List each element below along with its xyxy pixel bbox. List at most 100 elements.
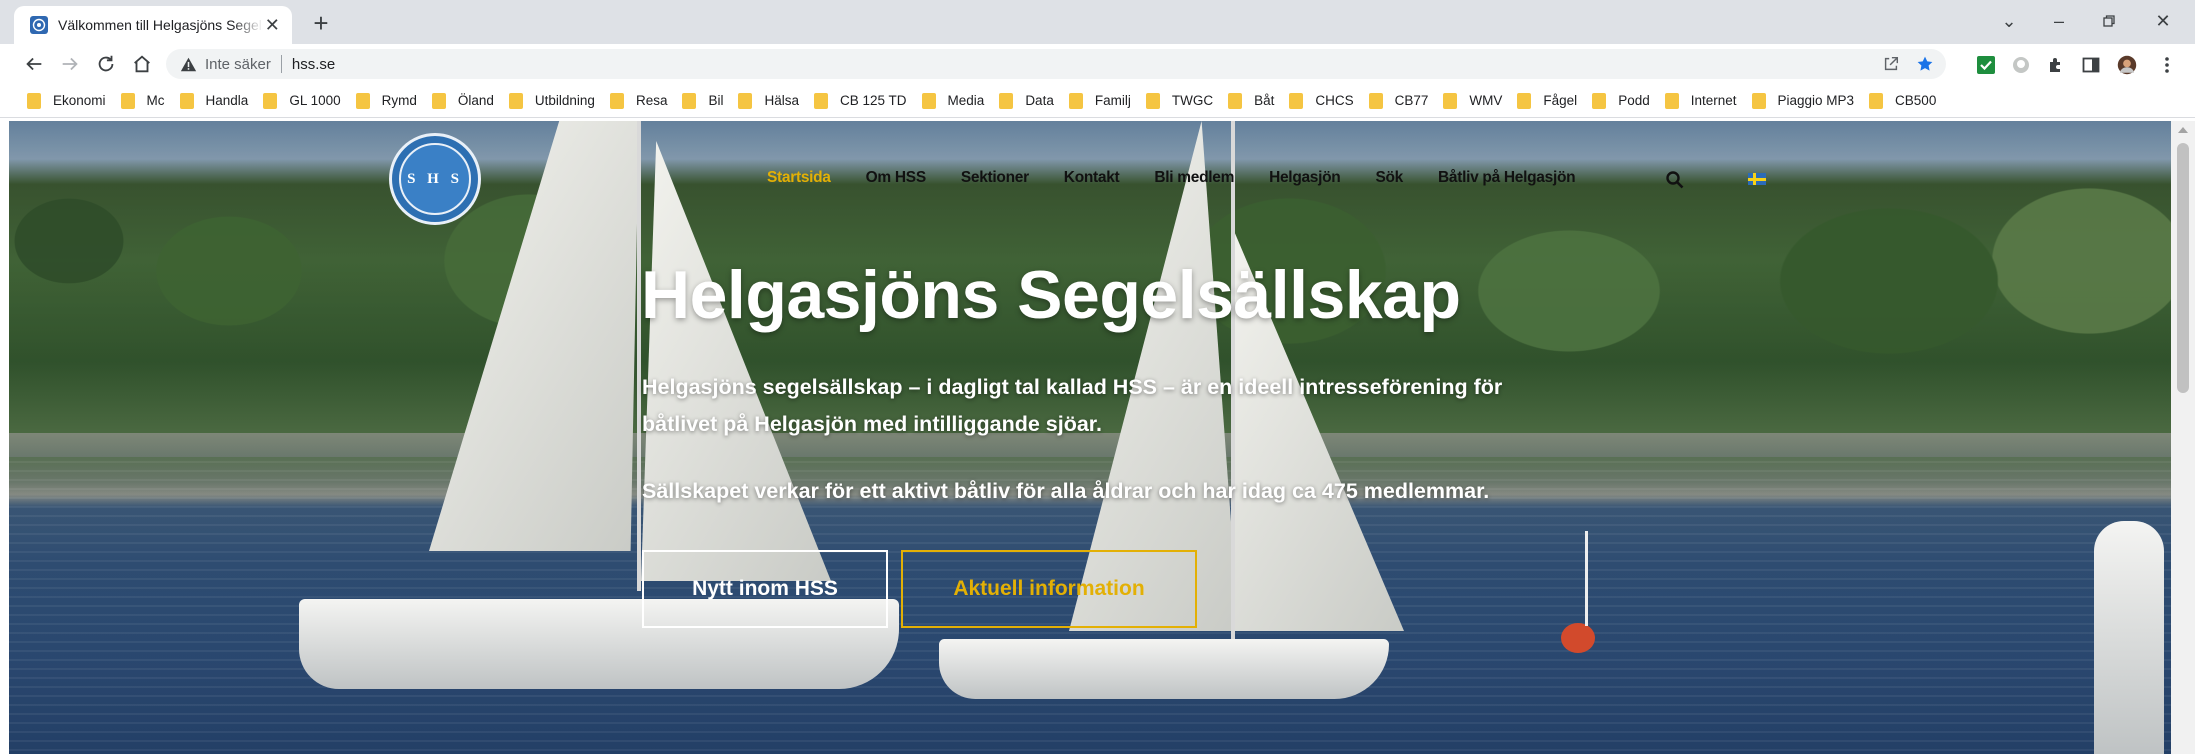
bookmark-item[interactable]: Ekonomi xyxy=(24,88,118,114)
bookmark-item[interactable]: CB500 xyxy=(1866,88,1948,114)
nav-item-startsida[interactable]: Startsida xyxy=(767,169,831,187)
scroll-up-arrow-icon[interactable] xyxy=(2178,127,2188,133)
bookmark-label: Handla xyxy=(205,93,249,108)
side-panel-icon[interactable] xyxy=(2080,54,2102,76)
bookmark-label: Resa xyxy=(635,93,668,108)
restore-button[interactable] xyxy=(2086,6,2132,36)
search-icon[interactable] xyxy=(1665,170,1685,190)
swedish-flag-icon[interactable] xyxy=(1748,173,1766,185)
folder-icon xyxy=(1517,92,1532,109)
bookmark-item[interactable]: Bil xyxy=(679,88,735,114)
bookmark-item[interactable]: Piaggio MP3 xyxy=(1749,88,1867,114)
hero-title: Helgasjöns Segelsällskap xyxy=(641,257,1461,333)
puzzle-extensions-icon[interactable] xyxy=(2045,54,2067,76)
mast-left xyxy=(637,121,641,591)
bookmark-item[interactable]: WMV xyxy=(1440,88,1514,114)
nav-item-bli-medlem[interactable]: Bli medlem xyxy=(1154,169,1234,187)
bookmark-label: Öland xyxy=(457,93,494,108)
bookmark-item[interactable]: GL 1000 xyxy=(260,88,352,114)
tab-search-chevron-icon[interactable]: ⌄ xyxy=(1986,6,2032,36)
bookmark-item[interactable]: Internet xyxy=(1662,88,1749,114)
nav-item-sektioner[interactable]: Sektioner xyxy=(961,169,1029,187)
bookmarks-bar: Ekonomi Mc Handla GL 1000 Rymd Öland Utbildnin… xyxy=(0,84,2195,118)
bookmark-item[interactable]: Utbildning xyxy=(506,88,607,114)
folder-icon xyxy=(1145,92,1160,109)
folder-icon xyxy=(431,92,446,109)
folder-icon xyxy=(1068,92,1083,109)
checkbox-extension-icon[interactable] xyxy=(1975,54,1997,76)
bookmark-label: GL 1000 xyxy=(289,93,341,108)
close-window-button[interactable]: ✕ xyxy=(2140,6,2186,36)
bookmark-item[interactable]: CHCS xyxy=(1286,88,1365,114)
nav-item-båtliv-på-helgasjön[interactable]: Båtliv på Helgasjön xyxy=(1438,169,1576,187)
bookmark-label: TWGC xyxy=(1171,93,1214,108)
orange-buoy xyxy=(1561,623,1595,653)
bookmark-item[interactable]: Resa xyxy=(607,88,680,114)
folder-icon xyxy=(921,92,936,109)
bookmark-item[interactable]: Handla xyxy=(177,88,261,114)
bookmark-item[interactable]: Mc xyxy=(118,88,177,114)
folder-icon xyxy=(1664,92,1679,109)
site-logo[interactable]: S H S xyxy=(389,133,481,225)
site-favicon-icon xyxy=(30,16,48,34)
bookmark-item[interactable]: Öland xyxy=(429,88,506,114)
folder-icon xyxy=(355,92,370,109)
bookmark-item[interactable]: Media xyxy=(919,88,997,114)
nav-item-kontakt[interactable]: Kontakt xyxy=(1064,169,1120,187)
folder-icon xyxy=(1368,92,1383,109)
folder-icon xyxy=(1228,92,1243,109)
minimize-button[interactable]: – xyxy=(2036,6,2082,36)
tab-close-icon[interactable]: ✕ xyxy=(263,15,282,35)
folder-icon xyxy=(1869,92,1884,109)
bookmark-label: Bil xyxy=(708,93,724,108)
bookmark-item[interactable]: Fågel xyxy=(1514,88,1589,114)
share-icon[interactable] xyxy=(1882,55,1900,73)
bookmark-item[interactable]: Båt xyxy=(1225,88,1286,114)
profile-avatar[interactable] xyxy=(2114,52,2140,78)
bookmark-label: Mc xyxy=(146,93,165,108)
bookmark-label: Media xyxy=(947,93,985,108)
bookmark-item[interactable]: CB 125 TD xyxy=(811,88,919,114)
home-icon[interactable] xyxy=(128,50,156,78)
bookmark-star-icon[interactable] xyxy=(1916,55,1934,73)
address-bar[interactable]: Inte säker hss.se xyxy=(166,49,1946,79)
bookmark-item[interactable]: Data xyxy=(996,88,1066,114)
reload-icon[interactable] xyxy=(92,50,120,78)
current-information-button[interactable]: Aktuell information xyxy=(901,550,1197,628)
folder-icon xyxy=(814,92,828,109)
not-secure-indicator[interactable]: Inte säker xyxy=(180,56,271,73)
bookmark-item[interactable]: Hälsa xyxy=(735,88,811,114)
folder-icon xyxy=(1289,92,1304,109)
bookmark-label: Piaggio MP3 xyxy=(1777,93,1855,108)
nav-item-om-hss[interactable]: Om HSS xyxy=(866,169,927,187)
folder-icon xyxy=(1592,92,1607,109)
browser-menu-icon[interactable] xyxy=(2156,54,2178,76)
bookmark-label: Hälsa xyxy=(764,93,799,108)
folder-icon xyxy=(609,92,624,109)
news-button[interactable]: Nytt inom HSS xyxy=(642,550,888,628)
nav-item-sök[interactable]: Sök xyxy=(1375,169,1403,187)
logo-emblem: S H S xyxy=(399,143,471,215)
bookmark-label: Fågel xyxy=(1543,93,1578,108)
github-extension-icon[interactable] xyxy=(2010,54,2032,76)
address-separator xyxy=(280,55,282,73)
tab-strip: Välkommen till Helgasjöns Segelsällskap … xyxy=(0,0,2195,44)
bookmark-item[interactable]: Rymd xyxy=(353,88,429,114)
warning-triangle-icon xyxy=(180,57,197,71)
forward-arrow-icon[interactable] xyxy=(56,50,84,78)
back-arrow-icon[interactable] xyxy=(20,50,48,78)
bookmark-label: CB500 xyxy=(1895,93,1937,108)
dock-equipment xyxy=(2094,521,2164,754)
new-tab-button[interactable]: + xyxy=(306,9,336,39)
folder-icon xyxy=(120,92,135,109)
bookmark-item[interactable]: CB77 xyxy=(1366,88,1441,114)
hero-paragraph-intro: Helgasjöns segelsällskap – i dagligt tal… xyxy=(642,375,1503,436)
folder-icon xyxy=(27,92,41,109)
bookmark-item[interactable]: Podd xyxy=(1589,88,1662,114)
browser-tab[interactable]: Välkommen till Helgasjöns Segelsällskap … xyxy=(14,6,292,44)
scrollbar-thumb[interactable] xyxy=(2177,143,2189,393)
page-scrollbar[interactable] xyxy=(2171,121,2195,754)
nav-item-helgasjön[interactable]: Helgasjön xyxy=(1269,169,1341,187)
bookmark-item[interactable]: Familj xyxy=(1066,88,1143,114)
bookmark-item[interactable]: TWGC xyxy=(1143,88,1225,114)
